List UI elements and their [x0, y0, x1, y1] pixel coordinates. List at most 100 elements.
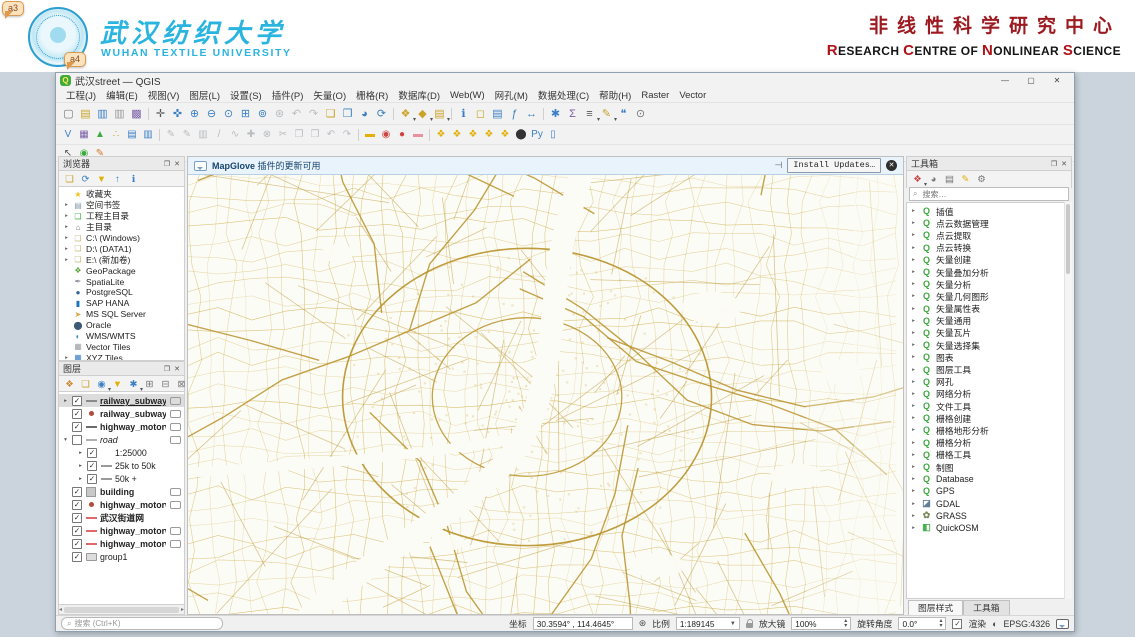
- delete-selected-icon[interactable]: ⊗: [259, 127, 275, 142]
- select-features-icon[interactable]: ◻: [472, 105, 489, 122]
- pan-to-selection-icon[interactable]: ✜: [169, 105, 186, 122]
- expand-arrow-icon[interactable]: ▸: [63, 202, 70, 208]
- open-project-icon[interactable]: ▤: [77, 105, 94, 122]
- browser-item-oracle[interactable]: ⬤ Oracle: [59, 320, 184, 331]
- toolbox-item-pointcloud-conversion[interactable]: ▸ Q 点云转换: [907, 242, 1071, 254]
- toolbox-item-database[interactable]: ▸ Q Database: [907, 473, 1071, 485]
- zoom-full-icon[interactable]: ⊞: [237, 105, 254, 122]
- browser-properties-icon[interactable]: ℹ: [126, 173, 141, 187]
- expand-arrow-icon[interactable]: ▸: [63, 213, 70, 219]
- layer-visibility-checkbox[interactable]: [87, 448, 97, 458]
- rotation-input[interactable]: [902, 619, 937, 629]
- toolbox-item-vector-creation[interactable]: ▸ Q 矢量创建: [907, 254, 1071, 266]
- zoom-to-layer-icon[interactable]: ⊛: [271, 105, 288, 122]
- coordinate-input[interactable]: [537, 619, 629, 629]
- osm-place-search-icon[interactable]: ▬: [362, 127, 378, 142]
- add-group-icon[interactable]: ❏: [78, 378, 93, 392]
- crs-value[interactable]: EPSG:4326: [1004, 619, 1050, 629]
- add-point-cloud-icon[interactable]: ∴: [108, 127, 124, 142]
- zoom-in-icon[interactable]: ⊕: [186, 105, 203, 122]
- plugin-tool-1-icon[interactable]: ❖: [433, 127, 449, 142]
- menu-layer[interactable]: 图层(L): [184, 88, 225, 102]
- expand-all-icon[interactable]: ⊞: [142, 378, 157, 392]
- browser-float-icon[interactable]: ❐: [164, 160, 170, 168]
- magnifier-input[interactable]: [795, 619, 842, 629]
- toolbox-item-raster-creation[interactable]: ▸ Q 栅格创建: [907, 412, 1071, 424]
- expand-arrow-icon[interactable]: ▸: [910, 391, 917, 397]
- map-tips-icon[interactable]: ❝: [615, 105, 632, 122]
- expand-arrow-icon[interactable]: ▸: [910, 306, 917, 312]
- expand-arrow-icon[interactable]: ▸: [910, 403, 917, 409]
- annotations-icon[interactable]: ✎: [598, 105, 615, 122]
- plugin-help-icon[interactable]: ▯: [545, 127, 561, 142]
- history-icon[interactable]: ◕: [926, 173, 941, 187]
- toolbox-item-gdal[interactable]: ▸ ◪ GDAL: [907, 498, 1071, 510]
- expand-arrow-icon[interactable]: ▸: [910, 281, 917, 287]
- browser-item-favorites[interactable]: ★ 收藏夹: [59, 189, 184, 200]
- zoom-to-selection-icon[interactable]: ⊚: [254, 105, 271, 122]
- expand-arrow-icon[interactable]: ▸: [63, 224, 70, 230]
- expand-arrow-icon[interactable]: ▸: [910, 220, 917, 226]
- expand-arrow-icon[interactable]: ▸: [910, 427, 917, 433]
- toolbox-item-gps[interactable]: ▸ Q GPS: [907, 485, 1071, 497]
- zoom-last-icon[interactable]: ↶: [288, 105, 305, 122]
- save-layer-edits-icon[interactable]: ▥: [195, 127, 211, 142]
- layer-wuhan-street-network[interactable]: 武汉街道网: [59, 511, 184, 524]
- menu-raster[interactable]: 栅格(R): [351, 88, 393, 102]
- expand-arrow-icon[interactable]: ▸: [910, 330, 917, 336]
- expand-arrow-icon[interactable]: ▸: [910, 269, 917, 275]
- cut-features-icon[interactable]: ✂: [275, 127, 291, 142]
- paste-features-icon[interactable]: ❒: [307, 127, 323, 142]
- add-mesh-layer-icon[interactable]: ▲: [92, 127, 108, 142]
- redo-icon[interactable]: ↷: [339, 127, 355, 142]
- toolbox-item-layer-tools[interactable]: ▸ Q 图层工具: [907, 363, 1071, 375]
- layer-group-road[interactable]: ▾ road: [59, 433, 184, 446]
- toolbox-item-network-analysis[interactable]: ▸ Q 网络分析: [907, 388, 1071, 400]
- browser-add-source-icon[interactable]: ❏: [62, 173, 77, 187]
- expand-arrow-icon[interactable]: ▸: [910, 513, 917, 519]
- browser-collapse-all-icon[interactable]: ↑: [110, 173, 125, 187]
- plugin-tool-4-icon[interactable]: ❖: [481, 127, 497, 142]
- toolbox-search-input[interactable]: [920, 189, 1065, 200]
- layer-visibility-checkbox[interactable]: [72, 539, 82, 549]
- expand-arrow-icon[interactable]: ▸: [63, 257, 70, 263]
- add-vector-layer-icon[interactable]: V: [60, 127, 76, 142]
- magnifier-field[interactable]: ▴▾: [791, 617, 851, 630]
- expand-arrow-icon[interactable]: ▸: [77, 476, 84, 482]
- toolbox-item-vector-table[interactable]: ▸ Q 矢量属性表: [907, 303, 1071, 315]
- spinner-arrows-icon[interactable]: ▴▾: [939, 619, 942, 629]
- layers-close-icon[interactable]: ✕: [174, 365, 180, 373]
- tab-layer-styling[interactable]: 图层样式: [908, 600, 963, 615]
- coordinate-field[interactable]: [533, 617, 633, 630]
- expand-arrow-icon[interactable]: ▾: [62, 437, 69, 443]
- extents-toggle-icon[interactable]: ⊛: [639, 618, 647, 629]
- toggle-editing-icon[interactable]: ✎: [179, 127, 195, 142]
- browser-item-project-home[interactable]: ▸ ❏ 工程主目录: [59, 211, 184, 222]
- vertex-tool-icon[interactable]: ✚: [243, 127, 259, 142]
- browser-item-drive-d[interactable]: ▸ ❏ D:\ (DATA1): [59, 243, 184, 254]
- note-plugin-icon[interactable]: ▬: [410, 127, 426, 142]
- toolbox-close-icon[interactable]: ✕: [1061, 160, 1067, 168]
- toolbox-item-cartography[interactable]: ▸ Q 制图: [907, 461, 1071, 473]
- maximize-button[interactable]: ▢: [1018, 73, 1044, 88]
- expand-arrow-icon[interactable]: ▸: [63, 355, 70, 361]
- manage-map-themes-icon[interactable]: ◉: [94, 378, 109, 392]
- menu-web[interactable]: Web(W): [445, 90, 490, 101]
- toolbox-item-vector-tiles[interactable]: ▸ Q 矢量瓦片: [907, 327, 1071, 339]
- menu-raster-plugin[interactable]: Raster: [636, 90, 674, 101]
- collapse-all-layers-icon[interactable]: ⊟: [158, 378, 173, 392]
- expand-arrow-icon[interactable]: ▸: [910, 476, 917, 482]
- close-button[interactable]: ✕: [1044, 73, 1070, 88]
- layer-highway-motorway-4[interactable]: highway_motorway_highway_mo: [59, 537, 184, 550]
- identify-features-icon[interactable]: ℹ: [455, 105, 472, 122]
- expand-arrow-icon[interactable]: ▸: [910, 440, 917, 446]
- browser-item-drive-e[interactable]: ▸ ❏ E:\ (新加卷): [59, 254, 184, 265]
- toolbox-item-plots[interactable]: ▸ Q 图表: [907, 351, 1071, 363]
- expand-arrow-icon[interactable]: ▸: [910, 452, 917, 458]
- attribute-table-icon[interactable]: ▤: [489, 105, 506, 122]
- separator[interactable]: [448, 105, 455, 122]
- toolbox-item-vector-selection[interactable]: ▸ Q 矢量选择集: [907, 339, 1071, 351]
- toolbox-item-vector-general[interactable]: ▸ Q 矢量通用: [907, 315, 1071, 327]
- attribute-actions-icon[interactable]: ≡: [581, 105, 598, 122]
- expand-arrow-icon[interactable]: ▸: [910, 318, 917, 324]
